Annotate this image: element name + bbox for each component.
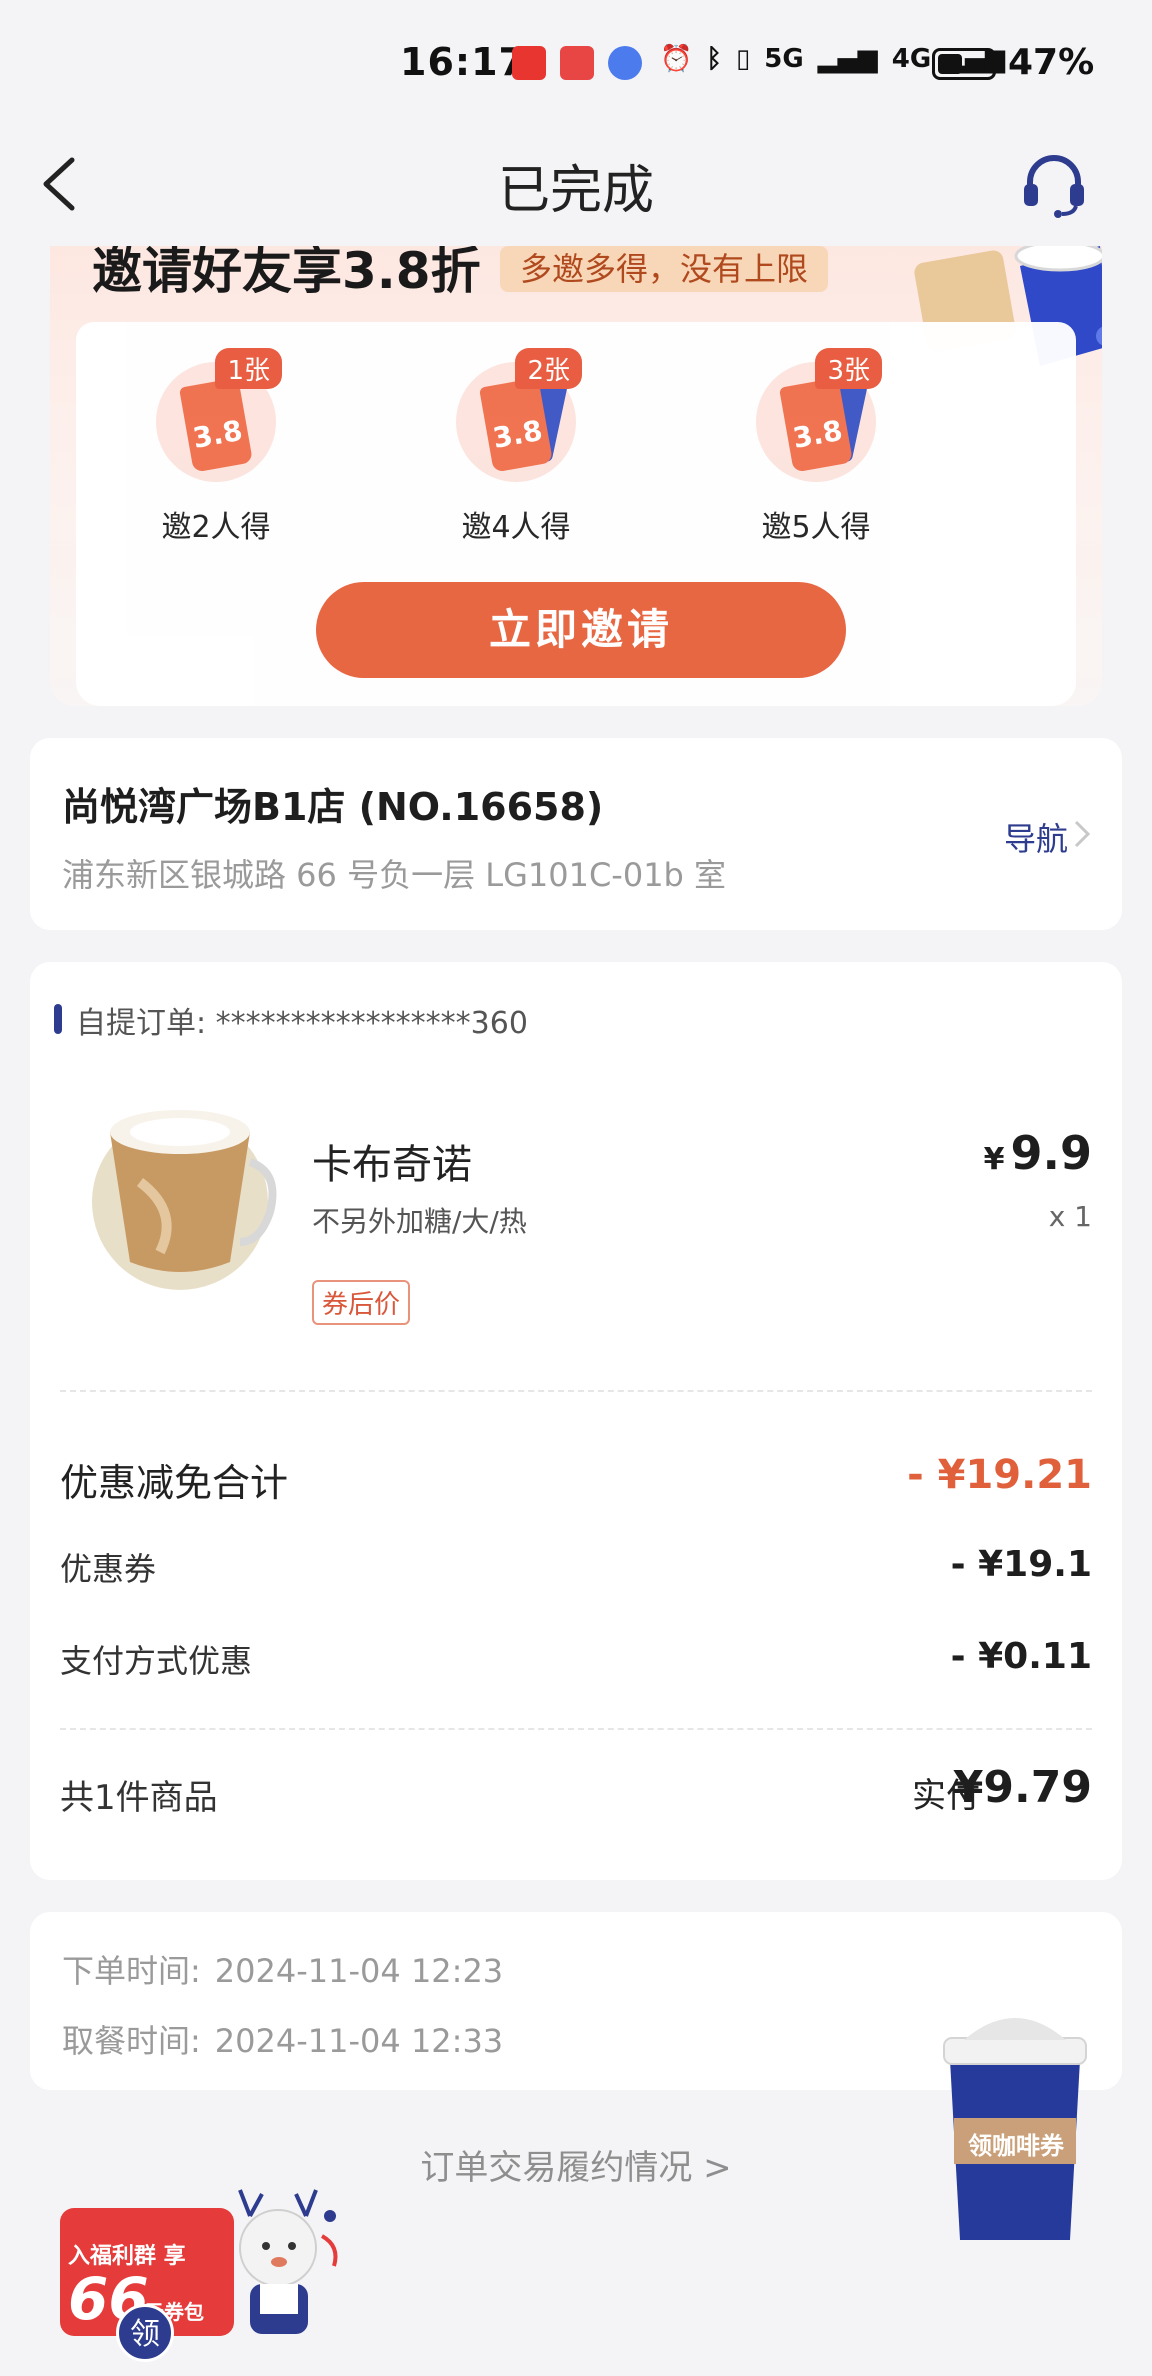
headset-icon[interactable] (1018, 148, 1090, 220)
product-name: 卡布奇诺 (312, 1142, 472, 1188)
price-value: 9.9 (1010, 1126, 1093, 1180)
taobao-app-icon (512, 46, 546, 80)
divider (60, 1728, 1092, 1730)
battery-percent: 47% (1008, 42, 1095, 83)
payment-discount-value: - ¥0.11 (950, 1636, 1092, 1677)
tier-badge: 1张 (215, 348, 282, 389)
pickup-time-row: 取餐时间: 2024-11-04 12:33 (62, 2016, 503, 2062)
reward-tier: 3.8 1张 邀2人得 (126, 348, 306, 546)
status-time: 16:17 (400, 40, 526, 84)
pickup-order-number: 自提订单: *****************360 (76, 1006, 528, 1041)
discount-total-label: 优惠减免合计 (60, 1461, 289, 1505)
currency-symbol: ¥ (983, 1142, 1005, 1177)
invite-now-button[interactable]: 立即邀请 (316, 582, 846, 678)
tier-label: 邀2人得 (161, 510, 271, 545)
bluetooth-icon: ᛒ (706, 44, 722, 74)
reward-tier: 3.8 3张 邀5人得 (726, 348, 906, 546)
ticket-value: 3.8 (190, 413, 245, 455)
coupon-value: - ¥19.1 (950, 1544, 1092, 1585)
coupon-ticket-icon: 3.8 2张 (456, 348, 582, 482)
store-address: 浦东新区银城路 66 号负一层 LG101C-01b 室 (62, 856, 727, 894)
ticket-value: 3.8 (790, 413, 845, 455)
invite-tag: 多邀多得，没有上限 (500, 246, 829, 292)
tier-label: 邀4人得 (461, 510, 571, 545)
coffee-coupon-widget[interactable]: 领咖啡券 (940, 2000, 1090, 2250)
discount-total-row: 优惠减免合计 - ¥19.21 (60, 1452, 1092, 1505)
deer-mascot-icon (238, 2189, 338, 2334)
product-quantity: x 1 (1048, 1200, 1092, 1233)
battery-icon (932, 48, 1002, 80)
coffee-coupon-label: 领咖啡券 (968, 2132, 1064, 2160)
item-count-label: 共1件商品 (60, 1778, 218, 1818)
reader-app-icon (560, 46, 594, 80)
invite-title: 邀请好友享3.8折 (92, 246, 481, 300)
payment-discount-label: 支付方式优惠 (60, 1642, 253, 1680)
tier-badge: 3张 (815, 348, 882, 389)
after-coupon-tag: 券后价 (312, 1280, 411, 1325)
order-time-label: 下单时间: (62, 1952, 201, 1990)
cappuccino-image (92, 1110, 277, 1290)
payment-discount-row: 支付方式优惠 - ¥0.11 (60, 1636, 1092, 1680)
order-time-row: 下单时间: 2024-11-04 12:23 (62, 1946, 503, 1992)
coupon-ticket-icon: 3.8 3张 (756, 348, 882, 482)
coupon-ticket-icon: 3.8 1张 (156, 348, 282, 482)
music-app-icon (608, 46, 642, 80)
reward-tier: 3.8 2张 邀4人得 (426, 348, 606, 546)
vibrate-icon: ▯ (735, 44, 751, 74)
discount-total-value: - ¥19.21 (907, 1452, 1092, 1498)
summary-row: 共1件商品 实付 ¥9.79 (60, 1762, 1092, 1822)
battery-level (938, 54, 962, 74)
coffee-cup-icon (943, 2018, 1087, 2240)
chevron-right-icon[interactable] (1072, 818, 1092, 850)
welfare-group-widget[interactable]: 入福利群 享 66 元券包 领 (60, 2186, 360, 2366)
store-name: 尚悦湾广场B1店 (NO.16658) (62, 785, 604, 829)
alarm-icon: ⏰ (660, 44, 693, 74)
product-price: ¥9.9 (984, 1126, 1092, 1180)
signal-5g-icon: 5G (764, 44, 804, 74)
signal-bars-icon: ▂▄▆ (817, 44, 878, 74)
navigate-link[interactable]: 导航 (1004, 814, 1068, 860)
store-card: 尚悦湾广场B1店 (NO.16658) 浦东新区银城路 66 号负一层 LG10… (30, 738, 1122, 930)
status-bar: 16:17 ⏰ ᛒ ▯ 5G ▂▄▆ 4G ▂▄▆ 47% (0, 0, 1152, 130)
coupon-label: 优惠券 (60, 1550, 157, 1588)
divider (60, 1390, 1092, 1392)
order-card: 自提订单: *****************360 卡布奇诺 不另外加糖/大/… (30, 962, 1122, 1880)
coupon-row: 优惠券 - ¥19.1 (60, 1544, 1092, 1588)
invite-reward-card: 3.8 1张 邀2人得 3.8 2张 邀4人得 3.8 3张 邀5人得 立即邀请 (76, 322, 1076, 706)
page-title: 已完成 (497, 161, 654, 221)
paid-value: ¥9.79 (952, 1762, 1092, 1813)
claim-button[interactable]: 领 (116, 2304, 174, 2362)
tier-badge: 2张 (515, 348, 582, 389)
invite-banner: 邀请好友享3.8折 多邀多得，没有上限 3.8 1张 邀2人得 3.8 2张 邀… (50, 246, 1102, 706)
ticket-value: 3.8 (490, 413, 545, 455)
signal-4g-icon: 4G (891, 44, 932, 74)
pickup-time-value: 2024-11-04 12:33 (214, 2022, 504, 2060)
pickup-time-label: 取餐时间: (62, 2022, 201, 2060)
tier-label: 邀5人得 (761, 510, 871, 545)
product-spec: 不另外加糖/大/热 (312, 1205, 527, 1238)
order-time-value: 2024-11-04 12:23 (214, 1952, 504, 1990)
accent-bar (54, 1004, 62, 1034)
